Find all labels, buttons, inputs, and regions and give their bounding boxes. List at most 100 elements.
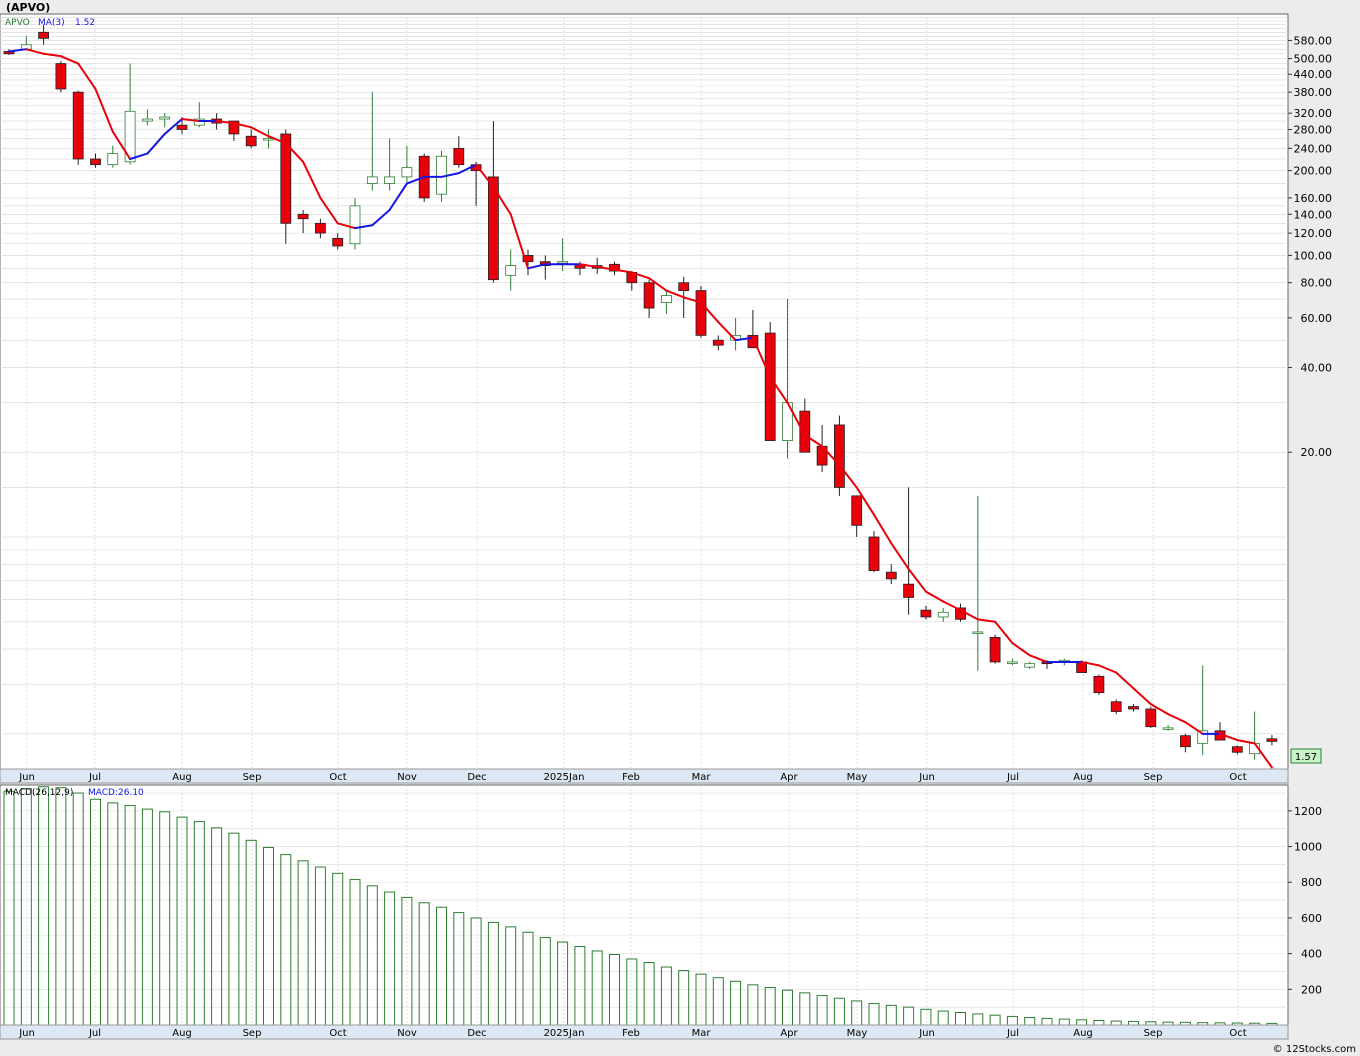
date-label: Jun (918, 772, 935, 783)
candle-body (90, 158, 101, 166)
macd-tick-label: 1000 (1294, 841, 1322, 854)
candle-body (1024, 663, 1036, 668)
candle-body (314, 222, 326, 234)
date-label: Aug (172, 1028, 192, 1039)
candle-body (1128, 706, 1139, 710)
price-tick-label: 100.00 (1294, 249, 1333, 262)
date-label: Oct (329, 772, 346, 783)
candle-body (557, 261, 568, 264)
date-label: Oct (1229, 1028, 1246, 1039)
chart-title: (APVO) (6, 1, 50, 14)
price-tick-label: 440.00 (1294, 68, 1333, 81)
date-label: Feb (622, 772, 640, 783)
date-label: Mar (692, 1028, 712, 1039)
date-label: Aug (1073, 772, 1093, 783)
price-tick-label: 200.00 (1294, 165, 1333, 178)
price-tick-label: 40.00 (1301, 361, 1333, 374)
candle (72, 90, 84, 165)
candle-body (712, 339, 724, 346)
stock-chart: (APVO) APVO MA(3) 1.52 580.00 500.00 440.0… (0, 0, 1360, 1056)
candle-body (297, 213, 309, 220)
date-label: Jun (18, 772, 35, 783)
candle-body (1145, 708, 1157, 728)
candle-body (1266, 738, 1278, 742)
date-label: Sep (1144, 772, 1163, 783)
date-label: May (847, 772, 868, 783)
candle-body (1180, 735, 1191, 748)
candle-body (937, 611, 949, 618)
candle-body (366, 176, 378, 184)
candle-body (384, 176, 396, 184)
candle-body (1007, 661, 1018, 664)
candle-body (989, 636, 1001, 663)
legend-ma-value: 1.52 (75, 18, 95, 28)
candle-body (401, 167, 413, 178)
macd-legend-value: MACD:26.10 (88, 788, 144, 798)
candle-body (678, 282, 690, 291)
date-label: Nov (397, 1028, 417, 1039)
candle-body (1162, 727, 1174, 730)
date-label: Apr (780, 1028, 798, 1039)
date-label: Sep (243, 772, 262, 783)
candle (1145, 706, 1157, 728)
date-label: Sep (1144, 1028, 1163, 1039)
macd-tick-label: 200 (1301, 983, 1322, 996)
candle-body (1110, 701, 1122, 712)
price-tick-label: 580.00 (1294, 34, 1333, 47)
candle-body (764, 332, 776, 441)
price-tick-label: 240.00 (1294, 142, 1333, 155)
candle-body (505, 265, 517, 276)
candle (989, 634, 1001, 664)
date-label: Oct (1229, 772, 1246, 783)
candle-body (885, 571, 897, 580)
candle-body (263, 138, 274, 141)
candle-body (851, 495, 863, 526)
candle-body (159, 116, 171, 120)
candle (55, 61, 67, 93)
macd-tick-label: 1200 (1294, 805, 1322, 818)
price-tick-label: 320.00 (1294, 107, 1333, 120)
price-tick-label: 380.00 (1294, 86, 1333, 99)
price-tick-label: 120.00 (1294, 227, 1333, 240)
candle-body (1093, 675, 1105, 694)
date-label: Jul (88, 772, 101, 783)
site-credit: © 12Stocks.com (1273, 1044, 1356, 1055)
candle (695, 285, 707, 338)
candle (868, 531, 880, 573)
price-tick-label: 160.00 (1294, 192, 1333, 205)
date-label: Aug (1073, 1028, 1093, 1039)
price-tick-label: 80.00 (1301, 277, 1333, 290)
date-label: Oct (329, 1028, 346, 1039)
date-label: Sep (243, 1028, 262, 1039)
price-tick-label: 20.00 (1301, 446, 1333, 459)
macd-tick-label: 800 (1301, 876, 1322, 889)
candle-body (643, 282, 655, 309)
candle-body (141, 118, 153, 122)
date-label: 2025Jan (544, 772, 585, 783)
date-label: Jul (88, 1028, 101, 1039)
date-label: Feb (622, 1028, 640, 1039)
candle (349, 197, 361, 250)
date-label: Aug (172, 772, 192, 783)
date-label: May (847, 1028, 868, 1039)
candle-body (176, 124, 188, 130)
candle-body (695, 290, 707, 336)
candle (1110, 699, 1122, 715)
date-label: 2025Jan (544, 1028, 585, 1039)
price-panel: APVO MA(3) 1.52 (0, 13, 1289, 770)
legend-symbol: APVO (5, 18, 30, 28)
candle-body (453, 147, 465, 166)
candle-body (245, 135, 257, 147)
macd-panel: MACD(26,12,9) MACD:26.10 (0, 784, 1289, 1026)
price-tick-label: 140.00 (1294, 208, 1333, 221)
candle-body (834, 424, 845, 488)
candle-body (1231, 746, 1243, 753)
date-label: Dec (467, 772, 486, 783)
candle-body (38, 31, 49, 39)
candle-body (72, 91, 84, 160)
candle-body (868, 536, 880, 571)
candle (834, 415, 845, 496)
date-label: Apr (780, 772, 798, 783)
date-label: Mar (692, 772, 712, 783)
macd-tick-label: 600 (1301, 912, 1322, 925)
